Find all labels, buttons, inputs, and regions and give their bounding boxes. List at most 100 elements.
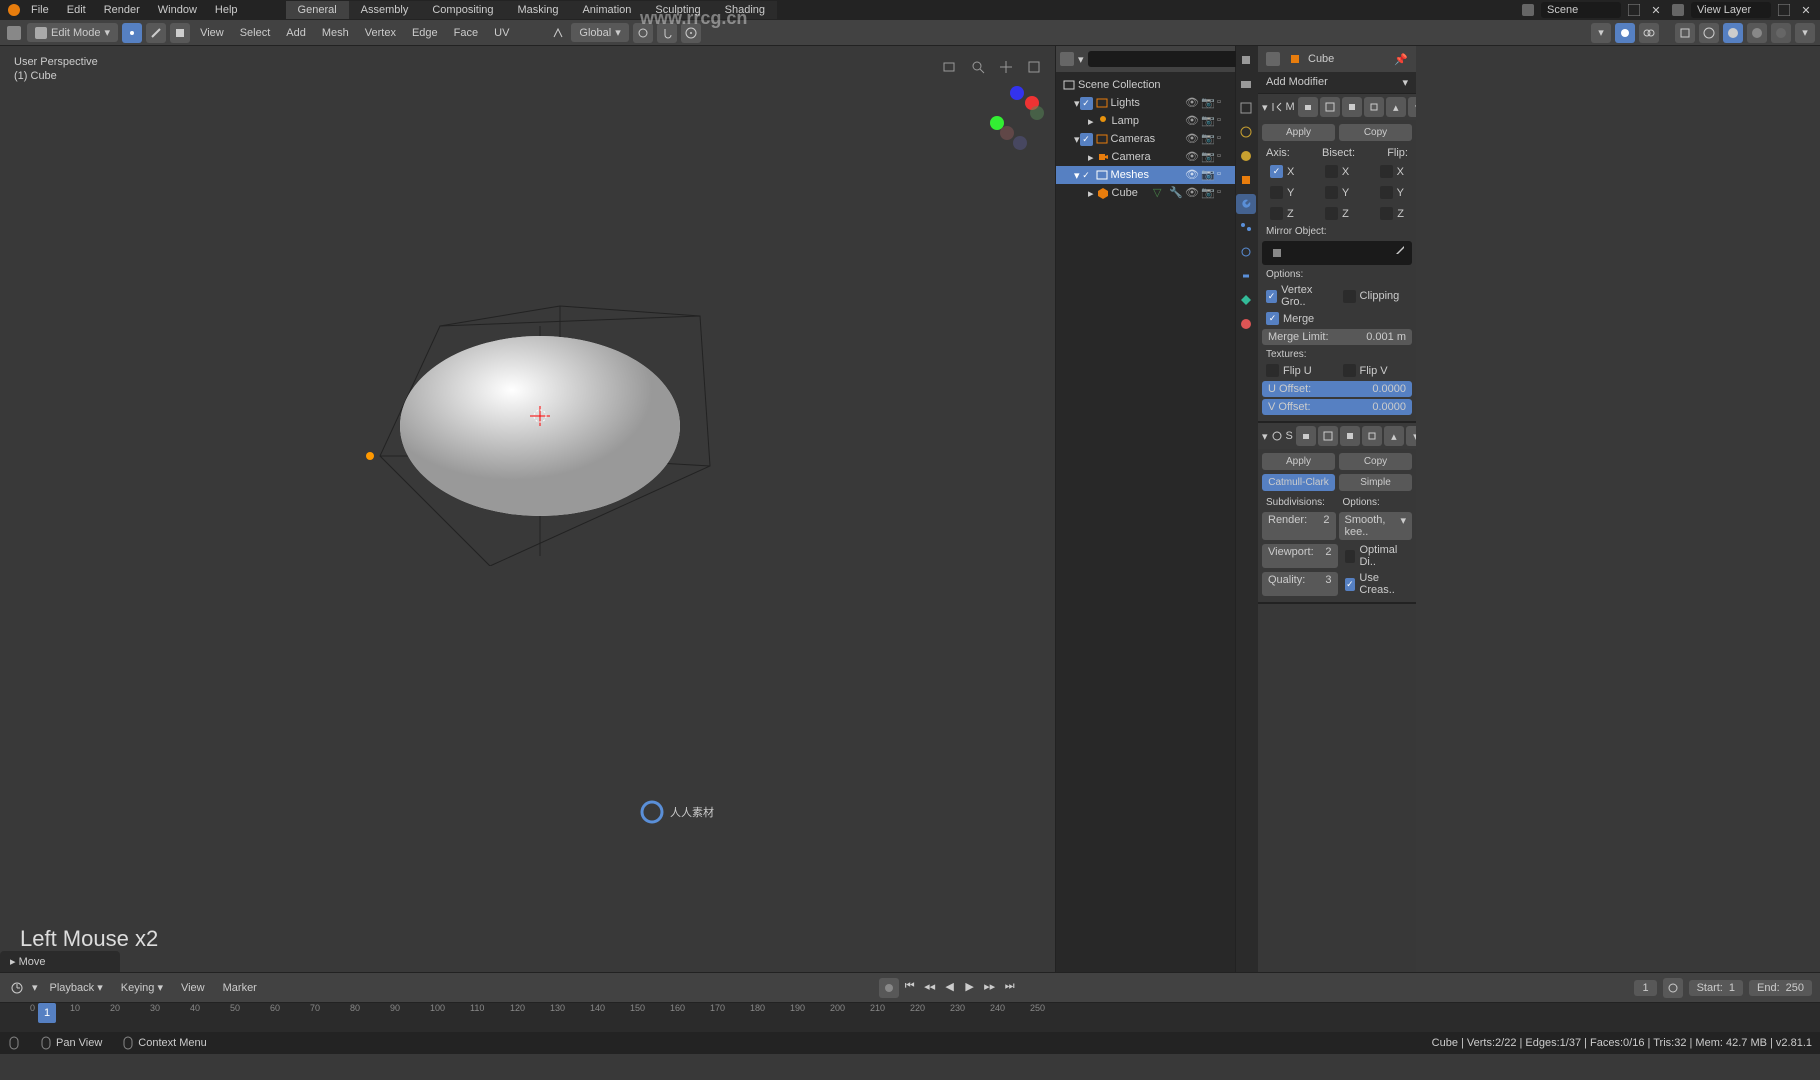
scene-field[interactable]: Scene <box>1541 2 1621 18</box>
start-frame-field[interactable]: Start: 1 <box>1689 980 1743 996</box>
render-field[interactable]: Render: 2 <box>1262 512 1336 540</box>
chevron-down-icon[interactable]: ▾ <box>32 981 38 994</box>
vertex-group-check[interactable] <box>1266 290 1277 303</box>
render-icon[interactable]: ▫ <box>1217 114 1231 128</box>
flip-u-check[interactable] <box>1266 364 1279 377</box>
smooth-field[interactable]: Smooth, kee.. ▾ <box>1339 512 1413 540</box>
outliner-editor-icon[interactable] <box>1060 50 1074 68</box>
tab-constraint[interactable] <box>1236 266 1256 286</box>
eye-icon[interactable]: 👁 <box>1185 114 1199 128</box>
orientation-gizmo[interactable] <box>985 86 1045 146</box>
viewlayer-field[interactable]: View Layer <box>1691 2 1771 18</box>
tab-scene[interactable] <box>1236 122 1256 142</box>
mesh-data-icon[interactable]: ▽ <box>1153 186 1167 200</box>
collection-enable[interactable] <box>1080 169 1093 182</box>
editmode-toggle-icon[interactable] <box>1342 97 1362 117</box>
gizmo-toggle-icon[interactable] <box>1615 23 1635 43</box>
header-mesh[interactable]: Mesh <box>316 25 355 41</box>
render-icon[interactable]: ▫ <box>1217 186 1231 200</box>
header-view[interactable]: View <box>194 25 230 41</box>
eye-icon[interactable]: 👁 <box>1185 150 1199 164</box>
playhead[interactable]: 1 <box>38 1003 56 1023</box>
play-icon[interactable]: ▶ <box>961 978 979 996</box>
properties-editor-icon[interactable] <box>1264 50 1282 68</box>
expand-icon[interactable]: ▾ <box>1074 97 1080 110</box>
current-frame-field[interactable]: 1 <box>1634 980 1656 996</box>
clipping-check[interactable] <box>1343 290 1356 303</box>
tree-lamp[interactable]: ▸ Lamp 👁 📷 ▫ <box>1056 112 1235 130</box>
bisect-y-check[interactable] <box>1325 186 1338 199</box>
mesh-cube[interactable] <box>360 286 720 566</box>
overlay-toggle-icon[interactable] <box>1639 23 1659 43</box>
header-vertex[interactable]: Vertex <box>359 25 402 41</box>
add-modifier-dropdown[interactable]: Add Modifier ▾ <box>1258 72 1416 94</box>
tab-render[interactable] <box>1236 50 1256 70</box>
tree-lights[interactable]: ▾ Lights 👁 📷 ▫ <box>1056 94 1235 112</box>
flip-x-check[interactable] <box>1380 165 1393 178</box>
expand-icon[interactable]: ▸ <box>1088 151 1094 164</box>
keyframe-prev-icon[interactable]: ◂◂ <box>921 978 939 996</box>
quality-field[interactable]: Quality: 3 <box>1262 572 1338 596</box>
eyedropper-icon[interactable] <box>1394 244 1406 262</box>
editmode-toggle-icon[interactable] <box>1340 426 1360 446</box>
rendered-shading-icon[interactable] <box>1771 23 1791 43</box>
material-shading-icon[interactable] <box>1747 23 1767 43</box>
render-icon[interactable]: ▫ <box>1217 168 1231 182</box>
viewport-field[interactable]: Viewport: 2 <box>1262 544 1338 568</box>
edge-select-icon[interactable] <box>146 23 166 43</box>
axis-y-check[interactable] <box>1270 186 1283 199</box>
timeline-editor-icon[interactable] <box>8 979 26 997</box>
gizmo-neg-x[interactable] <box>1000 126 1014 140</box>
workspace-general[interactable]: General <box>286 1 349 19</box>
tab-material[interactable] <box>1236 314 1256 334</box>
cage-toggle-icon[interactable] <box>1362 426 1382 446</box>
camera-icon[interactable]: 📷 <box>1201 114 1215 128</box>
collapse-icon[interactable]: ▾ <box>1262 101 1268 114</box>
face-select-icon[interactable] <box>170 23 190 43</box>
timeline-track[interactable]: 0102030405060708090100110120130140150160… <box>0 1002 1820 1032</box>
jump-start-icon[interactable]: ⏮ <box>901 978 919 996</box>
marker-menu[interactable]: Marker <box>217 980 263 996</box>
tree-cube[interactable]: ▸ Cube ▽ 🔧 👁 📷 ▫ <box>1056 184 1235 202</box>
vertex-select-icon[interactable] <box>122 23 142 43</box>
bisect-x-check[interactable] <box>1325 165 1338 178</box>
header-face[interactable]: Face <box>448 25 484 41</box>
header-select[interactable]: Select <box>234 25 277 41</box>
view-pan-icon[interactable] <box>995 56 1017 78</box>
header-uv[interactable]: UV <box>488 25 515 41</box>
view-menu[interactable]: View <box>175 980 211 996</box>
move-up-icon[interactable]: ▴ <box>1386 97 1406 117</box>
new-scene-icon[interactable] <box>1625 1 1643 19</box>
view-perspective-icon[interactable] <box>1023 56 1045 78</box>
preview-range-icon[interactable] <box>1663 978 1683 998</box>
menu-render[interactable]: Render <box>96 2 148 18</box>
optimal-check[interactable] <box>1345 550 1356 563</box>
camera-icon[interactable]: 📷 <box>1201 132 1215 146</box>
camera-icon[interactable]: 📷 <box>1201 168 1215 182</box>
gizmo-z[interactable] <box>1010 86 1024 100</box>
editor-type-icon[interactable] <box>5 24 23 42</box>
collection-enable[interactable] <box>1080 97 1093 110</box>
orientation-dropdown[interactable]: Global ▾ <box>571 23 628 42</box>
use-crease-check[interactable] <box>1345 578 1356 591</box>
outliner-search[interactable] <box>1088 51 1240 67</box>
menu-window[interactable]: Window <box>150 2 205 18</box>
move-down-icon[interactable]: ▾ <box>1408 97 1416 117</box>
xray-icon[interactable] <box>1675 23 1695 43</box>
apply-button[interactable]: Apply <box>1262 124 1335 141</box>
view-camera-icon[interactable] <box>939 56 961 78</box>
collapse-icon[interactable]: ▾ <box>1262 430 1268 443</box>
render-icon[interactable]: ▫ <box>1217 132 1231 146</box>
flip-z-check[interactable] <box>1380 207 1393 220</box>
workspace-animation[interactable]: Animation <box>570 1 643 19</box>
menu-edit[interactable]: Edit <box>59 2 94 18</box>
modifier-data-icon[interactable]: 🔧 <box>1169 186 1183 200</box>
gizmo-neg-z[interactable] <box>1013 136 1027 150</box>
blender-icon[interactable] <box>5 1 23 19</box>
render-icon[interactable]: ▫ <box>1217 150 1231 164</box>
eye-icon[interactable]: 👁 <box>1185 186 1199 200</box>
tab-physics[interactable] <box>1236 242 1256 262</box>
workspace-compositing[interactable]: Compositing <box>420 1 505 19</box>
cage-toggle-icon[interactable] <box>1364 97 1384 117</box>
viewport-3d[interactable]: User Perspective (1) Cube <box>0 46 1056 972</box>
